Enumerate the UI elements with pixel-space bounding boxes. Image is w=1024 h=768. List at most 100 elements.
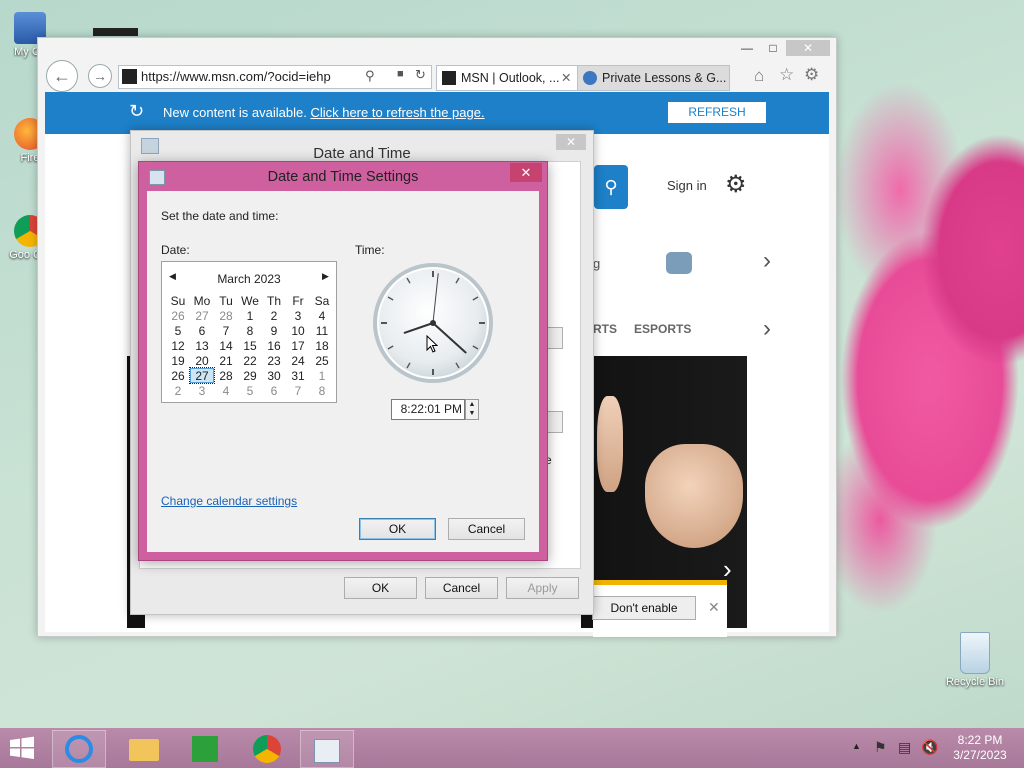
notification-close-icon[interactable]: ✕ (708, 599, 720, 616)
action-center-flag-icon[interactable]: ⚑ (874, 739, 887, 756)
calendar-day[interactable]: 24 (286, 353, 310, 368)
dont-enable-button[interactable]: Don't enable (592, 596, 696, 620)
calendar-day[interactable]: 12 (166, 338, 190, 353)
dialog-close-button[interactable]: ✕ (556, 134, 586, 150)
calendar-day[interactable]: 16 (262, 338, 286, 353)
tab-private-lessons[interactable]: Private Lessons & G... (577, 65, 730, 91)
calendar-day[interactable]: 10 (286, 323, 310, 338)
calendar-day[interactable]: 4 (214, 383, 238, 398)
calendar-day[interactable]: 1 (238, 308, 262, 323)
msn-favicon (122, 69, 137, 84)
taskbar-internet-explorer[interactable] (52, 730, 106, 768)
calendar-day[interactable]: 6 (262, 383, 286, 398)
calendar-day[interactable]: 8 (238, 323, 262, 338)
volume-muted-icon[interactable]: 🔇 (921, 739, 938, 756)
calendar-day[interactable]: 3 (286, 308, 310, 323)
calendar-day[interactable]: 26 (166, 308, 190, 323)
calendar-day[interactable]: 26 (166, 368, 190, 383)
calendar-day[interactable]: 5 (166, 323, 190, 338)
favorites-star-icon[interactable]: ☆ (779, 65, 794, 85)
nav-sports-partial[interactable]: RTS (593, 322, 617, 336)
calendar-month-header[interactable]: March 2023 (162, 272, 336, 286)
desktop-shortcut-partial[interactable] (93, 28, 138, 36)
dialog-ok-button[interactable]: OK (344, 577, 417, 599)
settings-ok-button[interactable]: OK (359, 518, 436, 540)
back-button[interactable]: ← (46, 60, 78, 92)
calendar[interactable]: ◀ March 2023 ▶ Su Mo Tu We Th Fr Sa 26 27 28 1 2 3 4… (161, 261, 337, 403)
spin-up-icon[interactable]: ▲ (466, 400, 478, 409)
calendar-day[interactable]: 6 (190, 323, 214, 338)
home-icon[interactable]: ⌂ (754, 66, 764, 86)
tab-msn[interactable]: MSN | Outlook, ... ✕ (436, 65, 598, 91)
settings-gear-icon[interactable]: ⚙ (804, 65, 819, 85)
calendar-day[interactable]: 22 (238, 353, 262, 368)
tab-close-icon[interactable]: ✕ (561, 66, 571, 90)
address-bar[interactable]: https://www.msn.com/?ocid=iehp ⚲ ■ ↻ (118, 65, 432, 89)
calendar-day[interactable]: 23 (262, 353, 286, 368)
taskbar-file-explorer (116, 730, 170, 768)
calendar-day[interactable]: 27 (190, 308, 214, 323)
calendar-day[interactable]: 28 (214, 308, 238, 323)
calendar-day[interactable]: 31 (286, 368, 310, 383)
calendar-day[interactable]: 4 (310, 308, 334, 323)
calendar-day[interactable]: 27 (189, 367, 215, 384)
calendar-day[interactable]: 21 (214, 353, 238, 368)
infobar-message: New content is available. (163, 105, 307, 120)
clock-tray[interactable]: 8:22 PM 3/27/2023 (944, 733, 1016, 763)
calendar-day[interactable]: 3 (190, 383, 214, 398)
weekday-header: Th (266, 293, 281, 308)
sign-in-link[interactable]: Sign in (667, 178, 707, 193)
next-month-icon[interactable]: ▶ (322, 271, 329, 282)
carousel-next-icon[interactable]: › (763, 247, 771, 275)
refresh-icon[interactable]: ↻ (415, 67, 426, 83)
calendar-day[interactable]: 1 (310, 368, 334, 383)
calendar-day[interactable]: 15 (238, 338, 262, 353)
infobar-close-icon[interactable]: ✕ (745, 98, 763, 124)
content-update-infobar: ↻ New content is available. Click here t… (45, 92, 829, 134)
calendar-day[interactable]: 17 (286, 338, 310, 353)
windows-logo-icon (10, 736, 34, 759)
minimize-button[interactable]: — (734, 40, 760, 56)
tab-label: MSN | Outlook, ... (461, 71, 560, 85)
change-calendar-settings-link[interactable]: Change calendar settings (161, 494, 297, 508)
dialog-apply-button[interactable]: Apply (506, 577, 579, 599)
refresh-page-link[interactable]: Click here to refresh the page. (310, 105, 484, 120)
settings-close-button[interactable]: ✕ (510, 163, 542, 182)
calendar-day[interactable]: 8 (310, 383, 334, 398)
calendar-day[interactable]: 19 (166, 353, 190, 368)
spin-down-icon[interactable]: ▼ (466, 409, 478, 418)
calendar-day[interactable]: 20 (190, 353, 214, 368)
calendar-day[interactable]: 9 (262, 323, 286, 338)
settings-cancel-button[interactable]: Cancel (448, 518, 525, 540)
maximize-button[interactable]: □ (760, 40, 786, 56)
calendar-day[interactable]: 5 (238, 383, 262, 398)
page-settings-gear-icon[interactable]: ⚙ (725, 170, 747, 199)
calendar-day[interactable]: 2 (262, 308, 286, 323)
taskbar-date-time[interactable] (300, 730, 354, 768)
calendar-day[interactable]: 18 (310, 338, 334, 353)
dialog-cancel-button[interactable]: Cancel (425, 577, 498, 599)
calendar-day[interactable]: 29 (238, 368, 262, 383)
nav-esports[interactable]: ESPORTS (634, 322, 691, 336)
calendar-day[interactable]: 11 (310, 323, 334, 338)
network-icon[interactable]: ▤ (898, 739, 911, 756)
time-spinner[interactable]: ▲ ▼ (465, 399, 479, 420)
calendar-day[interactable]: 13 (190, 338, 214, 353)
time-input[interactable]: 8:22:01 PM (391, 399, 465, 420)
show-hidden-icons[interactable]: ▲ (852, 741, 861, 751)
search-icon[interactable]: ⚲ (365, 68, 375, 84)
lock-icon[interactable]: ■ (397, 68, 404, 80)
calendar-day[interactable]: 25 (310, 353, 334, 368)
start-button[interactable] (8, 736, 36, 760)
calendar-day[interactable]: 14 (214, 338, 238, 353)
search-button[interactable]: ⚲ (594, 165, 628, 209)
calendar-day[interactable]: 28 (214, 368, 238, 383)
calendar-day[interactable]: 7 (214, 323, 238, 338)
calendar-day[interactable]: 30 (262, 368, 286, 383)
nav-next-icon[interactable]: › (763, 315, 771, 343)
close-window-button[interactable]: ✕ (786, 40, 830, 56)
calendar-day[interactable]: 2 (166, 383, 190, 398)
forward-button[interactable]: → (88, 64, 112, 88)
calendar-day[interactable]: 7 (286, 383, 310, 398)
desktop-icon-recycle-bin[interactable]: Recycle Bin (944, 632, 1006, 688)
